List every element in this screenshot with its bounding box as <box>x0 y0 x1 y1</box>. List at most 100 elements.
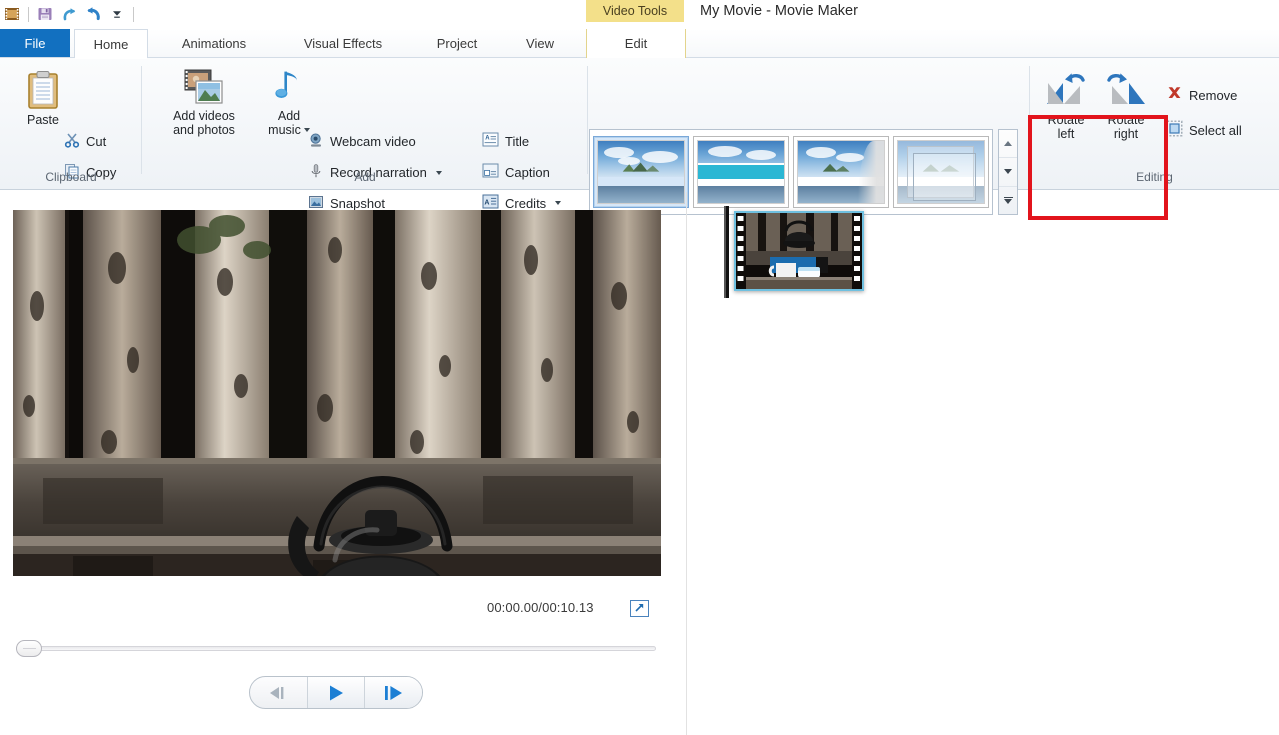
title-label: Title <box>505 134 529 149</box>
tab-edit[interactable]: Edit <box>586 29 686 58</box>
fullscreen-button[interactable] <box>630 600 649 617</box>
cut-button[interactable]: Cut <box>64 132 106 151</box>
seek-bar-track[interactable] <box>16 646 656 651</box>
theme-fade[interactable] <box>893 136 989 208</box>
qat-separator-1 <box>28 7 29 22</box>
rotate-right-button[interactable]: Rotate right <box>1098 70 1154 141</box>
ribbon-tab-bar: File Home Animations Visual Effects Proj… <box>0 29 1279 58</box>
movie-maker-window: Video Tools My Movie - Movie Maker File … <box>0 0 1279 735</box>
select-all-button[interactable]: Select all <box>1166 120 1242 140</box>
scissors-icon <box>64 132 80 151</box>
save-button[interactable] <box>33 3 57 25</box>
photo-film-icon <box>183 68 225 109</box>
tab-home-label: Home <box>94 37 129 52</box>
arrow-down-bar-icon <box>1004 197 1013 205</box>
redo-button[interactable] <box>57 3 81 25</box>
credits-label: Credits <box>505 196 546 211</box>
preview-video-frame: TEA·C <box>13 210 661 576</box>
add-music-label-1: Add <box>278 109 300 123</box>
window-title: My Movie - Movie Maker <box>700 3 858 19</box>
add-music-label-2: music <box>268 123 310 137</box>
ribbon-group-clipboard-label: Clipboard <box>0 170 142 184</box>
rotate-left-label-1: Rotate <box>1048 113 1085 127</box>
title-bar: Video Tools My Movie - Movie Maker <box>0 0 1279 29</box>
rotate-left-icon <box>1043 70 1089 113</box>
webcam-icon <box>308 132 324 151</box>
tab-project-label: Project <box>437 36 477 51</box>
add-videos-and-photos-label-1: Add videos <box>173 109 235 123</box>
ribbon-group-add: Add videos and photos Add music <box>142 58 588 189</box>
remove-button[interactable]: Remove <box>1166 85 1237 105</box>
ribbon-group-editing-label: Editing <box>1030 170 1279 184</box>
next-frame-icon <box>381 684 407 702</box>
play-icon <box>324 684 348 702</box>
music-note-icon <box>272 68 306 109</box>
ribbon-group-add-label: Add <box>142 170 588 184</box>
qat-separator-2 <box>133 7 134 22</box>
add-music-button[interactable]: Add music <box>258 68 320 137</box>
svg-text:A: A <box>485 136 490 142</box>
select-all-label: Select all <box>1189 123 1242 138</box>
theme-preview <box>697 140 785 204</box>
remove-label: Remove <box>1189 88 1237 103</box>
previous-frame-button[interactable] <box>250 677 308 708</box>
transport-controls <box>249 676 423 709</box>
add-videos-and-photos-button[interactable]: Add videos and photos <box>154 68 254 137</box>
preview-monitor[interactable]: TEA·C <box>13 210 661 576</box>
ribbon-group-editing: Rotate left Rotate right <box>1030 58 1279 189</box>
tab-edit-label: Edit <box>625 36 647 51</box>
chevron-down-icon[interactable] <box>555 201 561 205</box>
theme-preview <box>797 140 885 204</box>
add-videos-and-photos-label-2: and photos <box>173 123 235 137</box>
panel-divider <box>686 192 687 735</box>
theme-cinematic[interactable] <box>793 136 889 208</box>
gallery-scroll-up-button[interactable] <box>999 130 1017 158</box>
clipboard-icon <box>25 70 61 113</box>
webcam-video-label: Webcam video <box>330 134 416 149</box>
rotate-right-label-2: right <box>1114 127 1138 141</box>
ribbon: Paste Cut <box>0 58 1279 190</box>
svg-text:A: A <box>484 199 489 206</box>
webcam-video-button[interactable]: Webcam video <box>308 132 416 151</box>
title-button[interactable]: A Title <box>482 132 529 150</box>
rotate-right-icon <box>1103 70 1149 113</box>
theme-preview <box>597 140 685 204</box>
tab-visual-effects-label: Visual Effects <box>304 36 382 51</box>
customize-qat-button[interactable] <box>105 3 129 25</box>
clip-thumbnail <box>736 213 862 289</box>
tab-file[interactable]: File <box>0 29 70 58</box>
timecode-display: 00:00.00/00:10.13 <box>487 600 594 615</box>
next-frame-button[interactable] <box>365 677 422 708</box>
app-menu-icon[interactable] <box>0 3 24 25</box>
rotate-left-button[interactable]: Rotate left <box>1038 70 1094 141</box>
theme-preview <box>897 140 985 204</box>
theme-contemporary[interactable] <box>693 136 789 208</box>
select-all-icon <box>1166 120 1183 140</box>
tab-home[interactable]: Home <box>74 29 148 58</box>
gallery-scrollbar[interactable] <box>998 129 1018 215</box>
paste-button[interactable]: Paste <box>14 70 72 127</box>
video-clip-1[interactable] <box>734 211 864 291</box>
snapshot-label: Snapshot <box>330 196 385 211</box>
tab-visual-effects[interactable]: Visual Effects <box>278 29 408 58</box>
seek-bar-thumb[interactable] <box>16 640 42 657</box>
theme-no-theme[interactable] <box>593 136 689 208</box>
rotate-left-label-2: left <box>1058 127 1075 141</box>
quick-access-toolbar <box>0 2 138 26</box>
gallery-more-button[interactable] <box>999 187 1017 214</box>
tab-project[interactable]: Project <box>414 29 500 58</box>
play-button[interactable] <box>308 677 366 708</box>
paste-button-label: Paste <box>27 113 59 127</box>
tab-file-label: File <box>25 36 46 51</box>
arrow-down-icon <box>1004 169 1012 174</box>
gallery-scroll-down-button[interactable] <box>999 158 1017 186</box>
tab-animations[interactable]: Animations <box>158 29 270 58</box>
playhead[interactable] <box>726 206 729 298</box>
contextual-tab-group-label: Video Tools <box>586 0 684 22</box>
tab-view[interactable]: View <box>506 29 574 58</box>
undo-button[interactable] <box>81 3 105 25</box>
automovie-themes-gallery[interactable] <box>589 129 993 215</box>
tab-view-label: View <box>526 36 554 51</box>
red-x-icon <box>1166 85 1183 105</box>
storyboard <box>726 211 864 295</box>
